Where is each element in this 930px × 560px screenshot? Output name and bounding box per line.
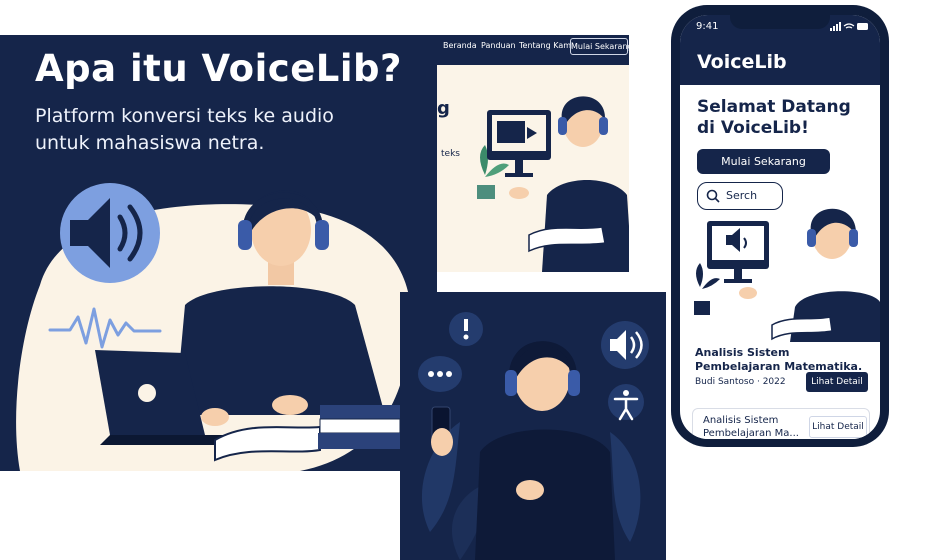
welcome-heading: Selamat Datang di VoiceLib! xyxy=(697,97,851,138)
student-laptop-illustration xyxy=(16,183,412,471)
alert-bubble-icon xyxy=(449,312,483,346)
speaker-icon xyxy=(60,183,160,283)
top-nav-bar: Beranda Panduan Tentang Kami Mulai Sekar… xyxy=(437,35,629,65)
status-time: 9:41 xyxy=(696,21,719,32)
wifi-icon xyxy=(843,23,855,29)
battery-icon xyxy=(857,23,868,30)
app-title: VoiceLib xyxy=(697,51,787,73)
chat-dots-icon xyxy=(418,356,462,392)
accessibility-icon xyxy=(608,384,644,421)
intro-panel: Apa itu VoiceLib? Platform konversi teks… xyxy=(0,35,437,471)
phone-hero-illustration xyxy=(694,208,880,342)
nav-start-button[interactable]: Mulai Sekarang xyxy=(570,38,629,55)
phone-screen: 9:41 VoiceLib Selamat Datang di VoiceLib… xyxy=(680,15,880,439)
card-meta: Budi Santoso · 2022 xyxy=(695,377,786,387)
phone-notch xyxy=(730,15,830,29)
nav-link-guide[interactable]: Panduan xyxy=(481,35,516,65)
view-detail-button[interactable]: Lihat Detail xyxy=(809,416,867,438)
desktop-landing-preview: Beranda Panduan Tentang Kami Mulai Sekar… xyxy=(437,35,629,272)
listener-illustration xyxy=(418,312,649,560)
monitor-reader-illustration xyxy=(477,96,629,272)
start-button[interactable]: Mulai Sekarang xyxy=(697,149,830,174)
card-title: Analisis Sistem Pembelajaran Ma... xyxy=(703,415,799,439)
list-item[interactable]: Analisis Sistem Pembelajaran Ma... Lihat… xyxy=(692,408,870,439)
phone-listener-panel xyxy=(400,292,666,560)
nav-link-home[interactable]: Beranda xyxy=(443,35,477,65)
status-icons xyxy=(830,22,868,31)
nav-link-about[interactable]: Tentang Kami xyxy=(519,35,573,65)
card-title: Analisis Sistem Pembelajaran Matematika. xyxy=(695,346,863,373)
signal-icon xyxy=(830,22,841,31)
phone-header: 9:41 VoiceLib xyxy=(680,15,880,85)
speaker-icon xyxy=(601,321,649,369)
view-detail-button[interactable]: Lihat Detail xyxy=(806,372,868,392)
